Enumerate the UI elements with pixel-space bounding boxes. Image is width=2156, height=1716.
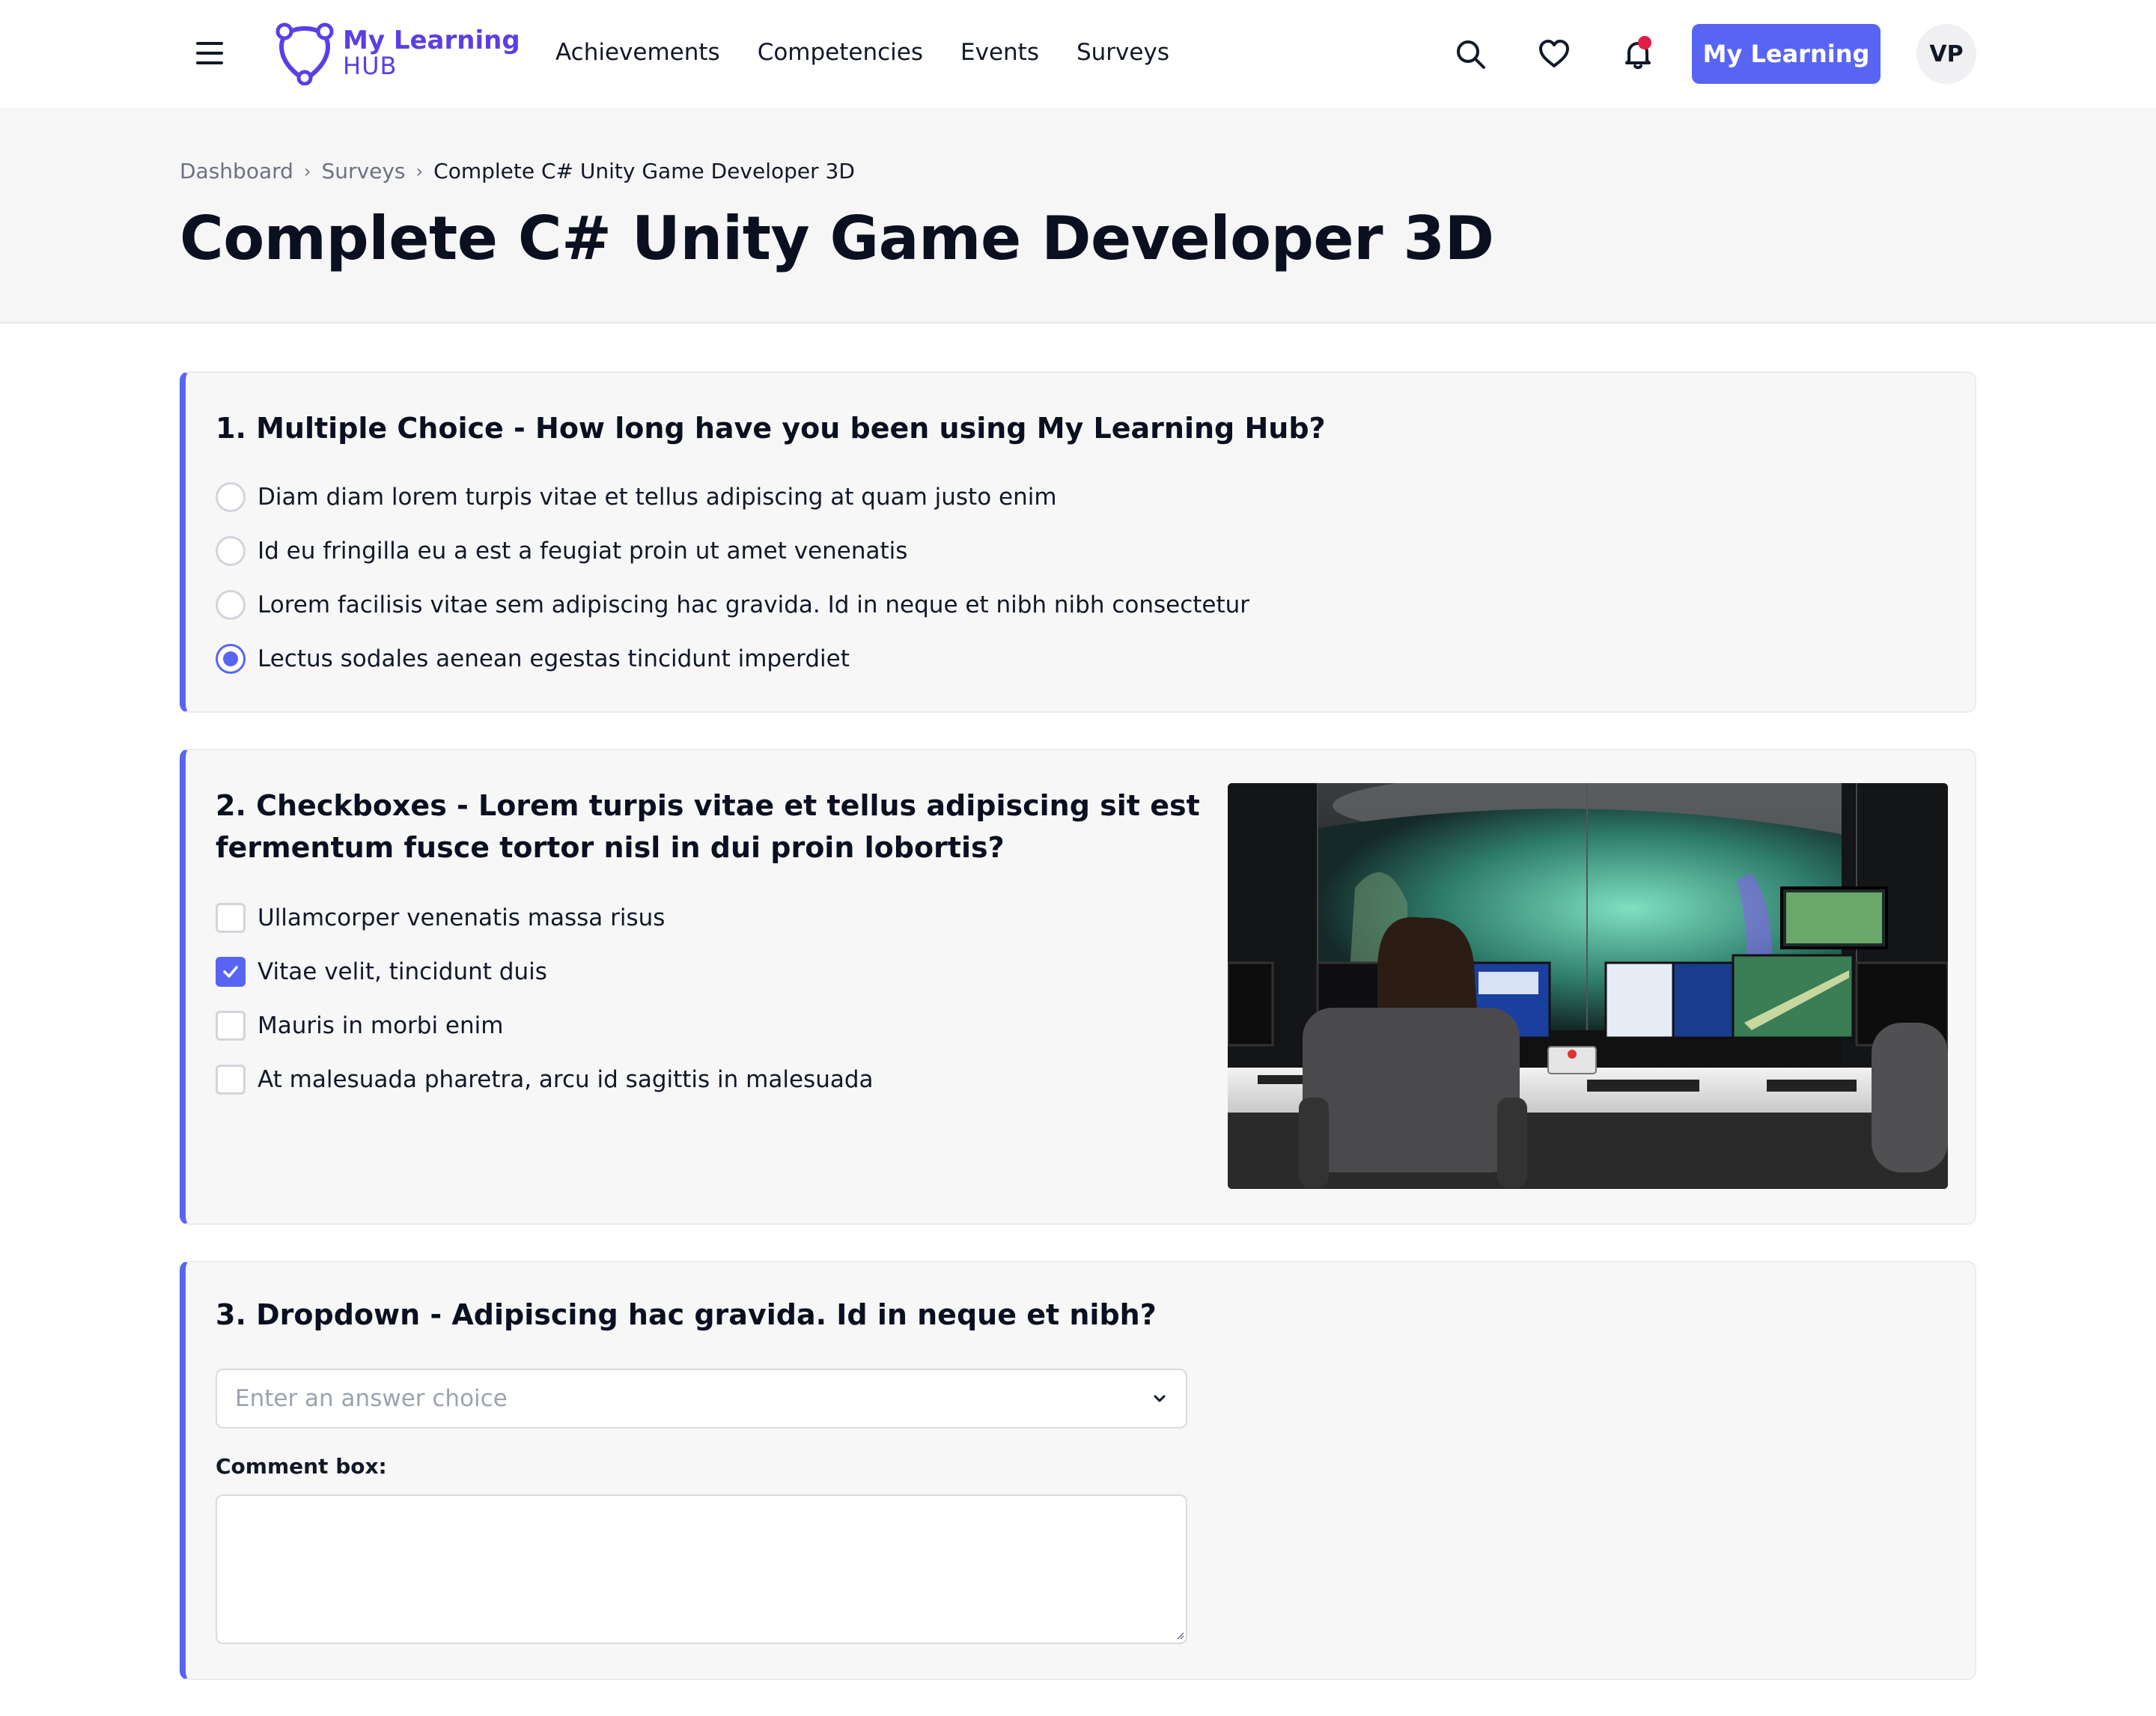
- option-label: At malesuada pharetra, arcu id sagittis …: [258, 1066, 874, 1093]
- checkbox[interactable]: [216, 1011, 246, 1041]
- radio-group: Diam diam lorem turpis vitae et tellus a…: [216, 470, 1249, 686]
- option-label: Diam diam lorem turpis vitae et tellus a…: [258, 484, 1057, 511]
- checkbox-option[interactable]: Ullamcorper venenatis massa risus: [216, 891, 874, 945]
- checkbox[interactable]: [216, 1065, 246, 1095]
- radio-option[interactable]: Id eu fringilla eu a est a feugiat proin…: [216, 524, 1249, 578]
- checkmark-icon: [223, 966, 238, 978]
- resize-handle-icon[interactable]: [1175, 1631, 1184, 1640]
- nav-achievements[interactable]: Achievements: [555, 39, 720, 66]
- breadcrumb-current: Complete C# Unity Game Developer 3D: [433, 159, 855, 183]
- option-label: Mauris in morbi enim: [258, 1012, 504, 1039]
- my-learning-button[interactable]: My Learning: [1692, 24, 1881, 84]
- control-room-photo: [1228, 783, 1948, 1189]
- avatar[interactable]: VP: [1916, 24, 1976, 84]
- page-title: Complete C# Unity Game Developer 3D: [180, 204, 1494, 273]
- radio-button[interactable]: [216, 482, 246, 512]
- checkbox-option-checked[interactable]: Vitae velit, tincidunt duis: [216, 945, 874, 999]
- checkbox-option[interactable]: Mauris in morbi enim: [216, 999, 874, 1053]
- question-card-3: 3. Dropdown - Adipiscing hac gravida. Id…: [180, 1261, 1976, 1680]
- logo[interactable]: My Learning HUB: [274, 21, 520, 85]
- radio-option-selected[interactable]: Lectus sodales aenean egestas tincidunt …: [216, 632, 1249, 686]
- question-card-2: 2. Checkboxes - Lorem turpis vitae et te…: [180, 749, 1976, 1225]
- chevron-right-icon: ›: [415, 160, 424, 182]
- question-title: 2. Checkboxes - Lorem turpis vitae et te…: [216, 785, 1200, 868]
- checkbox-option[interactable]: At malesuada pharetra, arcu id sagittis …: [216, 1053, 874, 1107]
- dropdown-placeholder: Enter an answer choice: [235, 1385, 508, 1412]
- logo-text-line1: My Learning: [343, 25, 520, 55]
- page-header: Dashboard › Surveys › Complete C# Unity …: [0, 108, 2156, 323]
- option-label: Lorem facilisis vitae sem adipiscing hac…: [258, 591, 1250, 618]
- question-title-line1: 2. Checkboxes - Lorem turpis vitae et te…: [216, 789, 1200, 822]
- comment-box[interactable]: [216, 1494, 1187, 1644]
- question-title-line2: fermentum fusce tortor nisl in dui proin…: [216, 831, 1005, 864]
- radio-button-selected[interactable]: [216, 644, 246, 674]
- breadcrumb-surveys[interactable]: Surveys: [322, 159, 406, 183]
- logo-icon: [275, 22, 334, 85]
- search-icon[interactable]: [1454, 37, 1487, 70]
- notification-dot: [1638, 36, 1651, 49]
- breadcrumb: Dashboard › Surveys › Complete C# Unity …: [180, 159, 855, 183]
- heart-icon[interactable]: [1538, 37, 1571, 70]
- radio-button[interactable]: [216, 590, 246, 620]
- question-title: 1. Multiple Choice - How long have you b…: [216, 412, 1326, 445]
- question-card-1: 1. Multiple Choice - How long have you b…: [180, 371, 1976, 713]
- answer-dropdown[interactable]: Enter an answer choice: [216, 1369, 1187, 1429]
- option-label: Lectus sodales aenean egestas tincidunt …: [258, 645, 850, 672]
- comment-box-label: Comment box:: [216, 1454, 387, 1479]
- checkbox[interactable]: [216, 903, 246, 933]
- top-navbar: My Learning HUB Achievements Competencie…: [0, 0, 2156, 108]
- chevron-down-icon: [1154, 1395, 1166, 1402]
- checkbox-checked[interactable]: [216, 957, 246, 987]
- breadcrumb-dashboard[interactable]: Dashboard: [180, 159, 293, 183]
- option-label: Id eu fringilla eu a est a feugiat proin…: [258, 538, 908, 565]
- option-label: Ullamcorper venenatis massa risus: [258, 904, 666, 931]
- main-nav: Achievements Competencies Events Surveys: [555, 39, 1169, 66]
- radio-option[interactable]: Diam diam lorem turpis vitae et tellus a…: [216, 470, 1249, 524]
- logo-text-line2: HUB: [343, 52, 398, 80]
- nav-surveys[interactable]: Surveys: [1077, 39, 1169, 66]
- menu-icon[interactable]: [196, 42, 223, 64]
- radio-option[interactable]: Lorem facilisis vitae sem adipiscing hac…: [216, 578, 1249, 632]
- option-label: Vitae velit, tincidunt duis: [258, 958, 547, 985]
- radio-button[interactable]: [216, 536, 246, 566]
- checkbox-group: Ullamcorper venenatis massa risus Vitae …: [216, 891, 874, 1107]
- question-title: 3. Dropdown - Adipiscing hac gravida. Id…: [216, 1298, 1157, 1331]
- nav-competencies[interactable]: Competencies: [758, 39, 923, 66]
- chevron-right-icon: ›: [303, 160, 311, 182]
- nav-events[interactable]: Events: [960, 39, 1039, 66]
